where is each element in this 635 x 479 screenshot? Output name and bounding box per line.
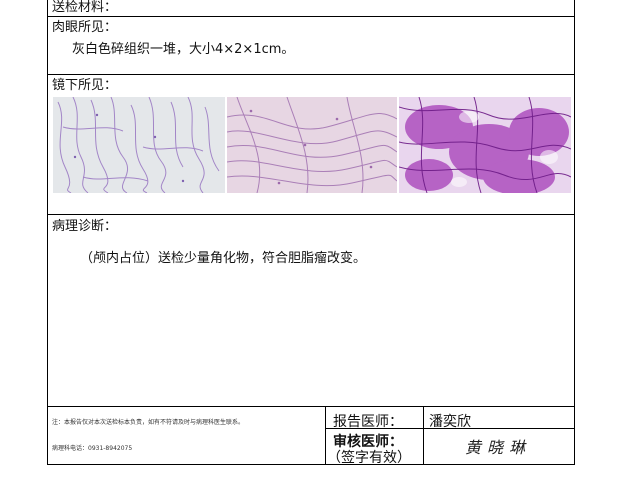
microscopic-label: 镜下所见： [52, 78, 118, 93]
footer-phone: 病理科电话：0931-8942075 [52, 445, 133, 452]
micrograph-1 [53, 97, 225, 193]
report-doctor-label: 报告医师： [333, 414, 403, 430]
divider [47, 464, 575, 465]
gross-label: 肉眼所见： [52, 20, 118, 35]
review-signature: 黄晓琳 [465, 438, 532, 457]
diagnosis-text: （颅内占位）送检少量角化物，符合胆脂瘤改变。 [80, 251, 367, 266]
footer-divider [325, 406, 326, 464]
divider [47, 74, 575, 75]
micrograph-3 [399, 97, 571, 193]
left-border [47, 0, 48, 465]
gross-text: 灰白色碎组织一堆，大小4×2×1cm。 [72, 42, 295, 57]
footer-note: 注：本报告仅对本次送检标本负责，如有不符请及时与病理科医生联系。 [52, 419, 245, 426]
footer-divider [423, 406, 424, 464]
divider [47, 16, 575, 17]
divider [47, 406, 575, 407]
report-frame: 送检材料： 肉眼所见： 灰白色碎组织一堆，大小4×2×1cm。 镜下所见： 病理… [47, 0, 575, 466]
review-doctor-sub: （签字有效） [327, 450, 411, 466]
diagnosis-label: 病理诊断： [52, 219, 118, 234]
report-doctor-name: 潘奕欣 [429, 414, 471, 430]
micrograph-2 [227, 97, 397, 193]
right-border [574, 0, 575, 465]
specimen-label: 送检材料： [52, 0, 118, 15]
divider [47, 214, 575, 215]
